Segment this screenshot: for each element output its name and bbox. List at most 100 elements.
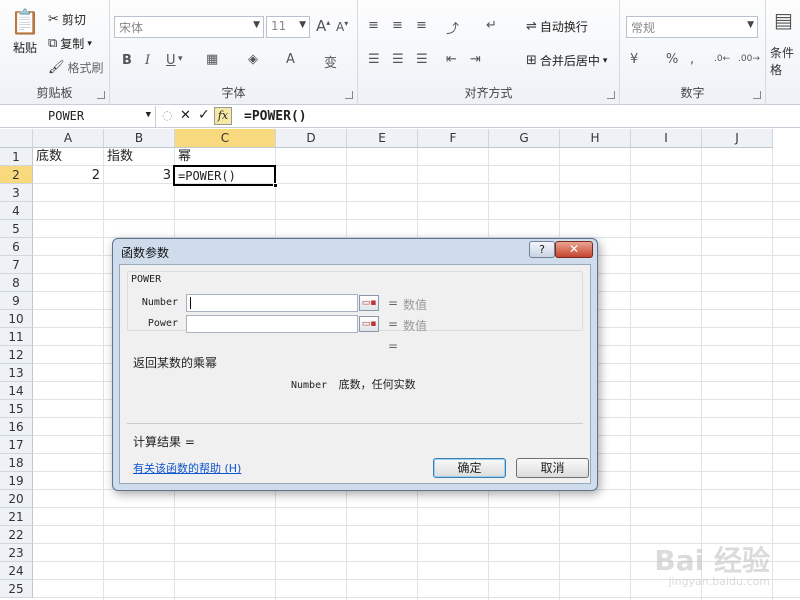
row-header-12[interactable]: 12: [0, 346, 33, 364]
column-header-G[interactable]: G: [489, 129, 560, 148]
row-header-17[interactable]: 17: [0, 436, 33, 454]
fill-color-icon[interactable]: ◈: [248, 52, 258, 67]
help-button[interactable]: ?: [529, 241, 555, 258]
percent-button[interactable]: %: [666, 52, 678, 67]
cell-B1[interactable]: 指数: [104, 148, 174, 166]
shrink-font-icon[interactable]: A▾: [336, 19, 348, 34]
cancel-button[interactable]: 取消: [516, 458, 589, 478]
increase-decimal-icon[interactable]: .0←: [714, 54, 730, 64]
row-header-7[interactable]: 7: [0, 256, 33, 274]
number-launcher-icon[interactable]: [753, 91, 761, 99]
font-launcher-icon[interactable]: [345, 91, 353, 99]
chevron-down-icon: ▼: [253, 20, 260, 30]
row-header-23[interactable]: 23: [0, 544, 33, 562]
grow-font-icon[interactable]: A▴: [316, 17, 330, 35]
cut-button[interactable]: ✂ 剪切: [48, 11, 86, 28]
column-header-F[interactable]: F: [418, 129, 489, 148]
row-header-18[interactable]: 18: [0, 454, 33, 472]
arg-number-input[interactable]: [186, 294, 358, 312]
cell-B2[interactable]: 3: [104, 167, 174, 185]
arg-power-input[interactable]: [186, 315, 358, 333]
clipboard-launcher-icon[interactable]: [97, 91, 105, 99]
row-header-8[interactable]: 8: [0, 274, 33, 292]
align-bottom-icon[interactable]: ≡: [416, 18, 427, 33]
decrease-indent-icon[interactable]: ⇤: [446, 52, 457, 67]
row-header-5[interactable]: 5: [0, 220, 33, 238]
number-format-select[interactable]: 常规 ▼: [626, 16, 758, 38]
collapse-dialog-icon[interactable]: ▭▪: [359, 295, 379, 311]
conditional-format-icon[interactable]: ▤: [774, 8, 793, 32]
column-header-C[interactable]: C: [175, 129, 276, 148]
row-header-3[interactable]: 3: [0, 184, 33, 202]
row-header-13[interactable]: 13: [0, 364, 33, 382]
enter-check-icon[interactable]: ✓: [198, 107, 210, 123]
column-header-I[interactable]: I: [631, 129, 702, 148]
row-header-6[interactable]: 6: [0, 238, 33, 256]
insert-function-icon[interactable]: fx: [214, 107, 232, 125]
column-header-J[interactable]: J: [702, 129, 773, 148]
conditional-format-label[interactable]: 条件格: [770, 44, 800, 78]
row-header-24[interactable]: 24: [0, 562, 33, 580]
row-header-2[interactable]: 2: [0, 166, 33, 184]
align-top-icon[interactable]: ≡: [368, 18, 379, 33]
row-header-10[interactable]: 10: [0, 310, 33, 328]
chevron-down-icon[interactable]: ▼: [146, 110, 151, 120]
column-header-A[interactable]: A: [33, 129, 104, 148]
align-middle-icon[interactable]: ≡: [392, 18, 403, 33]
row-header-25[interactable]: 25: [0, 580, 33, 598]
increase-indent-icon[interactable]: ⇥: [470, 52, 481, 67]
paste-button[interactable]: 📋 粘贴: [8, 8, 42, 56]
italic-button[interactable]: I: [145, 53, 150, 68]
bold-button[interactable]: B: [122, 53, 132, 68]
column-header-B[interactable]: B: [104, 129, 175, 148]
underline-button[interactable]: U: [166, 53, 176, 68]
align-right-icon[interactable]: ☰: [416, 52, 428, 67]
decrease-decimal-icon[interactable]: .00→: [738, 54, 760, 64]
currency-icon[interactable]: ¥: [630, 52, 638, 67]
font-color-icon[interactable]: A: [286, 52, 295, 67]
column-header-D[interactable]: D: [276, 129, 347, 148]
row-header-11[interactable]: 11: [0, 328, 33, 346]
row-header-21[interactable]: 21: [0, 508, 33, 526]
row-header-1[interactable]: 1: [0, 148, 33, 166]
text-direction-icon[interactable]: ↵: [486, 18, 497, 33]
row-header-19[interactable]: 19: [0, 472, 33, 490]
formula-input[interactable]: =POWER(): [244, 109, 307, 124]
wrap-text-button[interactable]: ⇌ 自动换行: [526, 18, 588, 35]
orientation-icon[interactable]: ⤴: [446, 18, 459, 37]
dialog-titlebar[interactable]: 函数参数 ? ✕: [113, 239, 597, 263]
align-left-icon[interactable]: ☰: [368, 52, 380, 67]
function-help-link[interactable]: 有关该函数的帮助 (H): [133, 460, 241, 476]
row-header-14[interactable]: 14: [0, 382, 33, 400]
column-header-H[interactable]: H: [560, 129, 631, 148]
row-header-16[interactable]: 16: [0, 418, 33, 436]
row-header-20[interactable]: 20: [0, 490, 33, 508]
cell-A1[interactable]: 底数: [33, 148, 103, 166]
comma-button[interactable]: ,: [690, 52, 694, 67]
row-header-4[interactable]: 4: [0, 202, 33, 220]
border-icon[interactable]: ▦: [206, 52, 218, 67]
cell-A2[interactable]: 2: [33, 167, 103, 185]
row-header-9[interactable]: 9: [0, 292, 33, 310]
column-header-E[interactable]: E: [347, 129, 418, 148]
row-header-22[interactable]: 22: [0, 526, 33, 544]
cancel-icon[interactable]: ✕: [180, 108, 191, 123]
name-box[interactable]: POWER ▼: [0, 106, 156, 128]
close-button[interactable]: ✕: [555, 241, 593, 258]
cell-C1[interactable]: 幂: [175, 148, 275, 166]
format-painter-button[interactable]: 🖌 格式刷: [48, 59, 104, 76]
merge-center-button[interactable]: ⊞ 合并后居中 ▾: [526, 52, 607, 69]
select-all-corner[interactable]: [0, 129, 33, 148]
alignment-launcher-icon[interactable]: [607, 91, 615, 99]
font-size-select[interactable]: 11 ▼: [266, 16, 310, 38]
formula-result-label: 计算结果 =: [133, 435, 195, 449]
ok-button[interactable]: 确定: [433, 458, 506, 478]
chevron-down-icon[interactable]: ▾: [178, 54, 183, 64]
collapse-dialog-icon[interactable]: ▭▪: [359, 316, 379, 332]
font-name-select[interactable]: 宋体 ▼: [114, 16, 264, 38]
copy-button[interactable]: ⧉ 复制 ▾: [48, 35, 92, 52]
fill-handle[interactable]: [273, 183, 278, 188]
row-header-15[interactable]: 15: [0, 400, 33, 418]
phonetic-icon[interactable]: 变: [324, 52, 337, 71]
align-center-icon[interactable]: ☰: [392, 52, 404, 67]
